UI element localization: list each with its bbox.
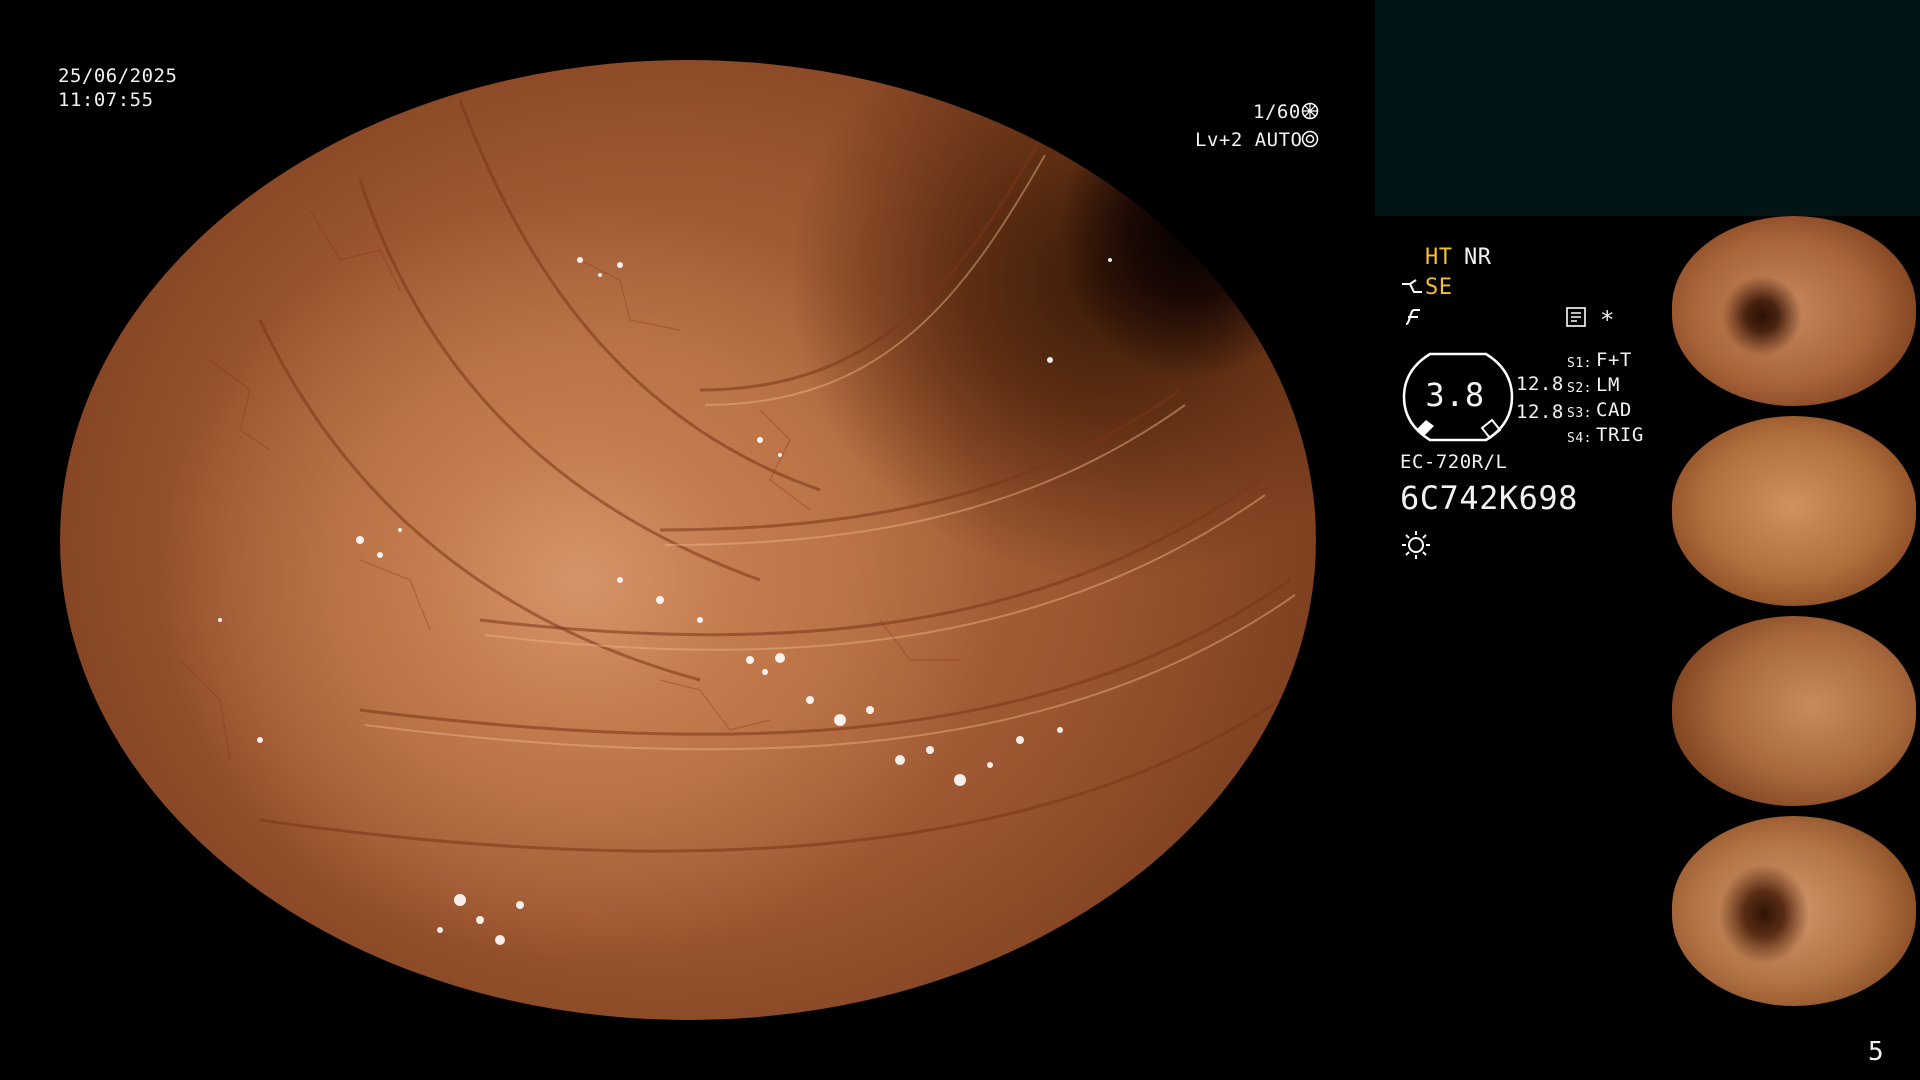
scope-model: EC-720R/L <box>1400 451 1508 473</box>
s2-value: LM <box>1596 374 1620 396</box>
s1-key: S1: <box>1567 356 1592 371</box>
iris-icon <box>1301 130 1319 152</box>
s1-value: F+T <box>1596 349 1632 371</box>
time-label: 11:07:55 <box>58 89 154 111</box>
thumbnail-2[interactable]: 6C742K698 <box>1672 416 1916 606</box>
memory-icon <box>1565 306 1587 332</box>
value-b-label: 12.8 <box>1516 401 1564 423</box>
s2-key: S2: <box>1567 381 1592 396</box>
thumbnail-3[interactable]: 6C742K698 <box>1672 616 1916 806</box>
s3-value: CAD <box>1596 399 1632 421</box>
frequency-icon <box>1402 306 1424 332</box>
date-label: 25/06/2025 <box>58 65 178 87</box>
value-a-label: 12.8 <box>1516 373 1564 395</box>
info-panel-top <box>1375 0 1920 216</box>
thumbnail-1-label: 6C742K698 <box>1676 392 1714 400</box>
thumbnail-2-label: 6C742K698 <box>1676 592 1714 600</box>
page-number: 5 <box>1868 1037 1885 1067</box>
s4-key: S4: <box>1567 431 1592 446</box>
s4-value: TRIG <box>1596 424 1644 446</box>
thumbnail-4-label: 6C742K698 <box>1676 992 1714 1000</box>
endoscope-main-view <box>60 60 1316 1020</box>
s3-key: S3: <box>1567 406 1592 421</box>
scope-serial: 6C742K698 <box>1400 479 1578 517</box>
level-label: Lv+2 AUTO <box>1195 129 1303 151</box>
ht-label: HT <box>1425 245 1453 270</box>
asterisk-label: * <box>1600 306 1615 334</box>
brightness-icon <box>1401 530 1431 564</box>
se-label: SE <box>1425 275 1453 300</box>
thumbnail-1[interactable]: 6C742K698 <box>1672 216 1916 406</box>
scope-icon <box>1400 278 1424 302</box>
mucosa-texture <box>179 99 1296 945</box>
aperture-icon <box>1301 102 1319 124</box>
nr-label: NR <box>1464 245 1492 270</box>
thumbnail-3-label: 6C742K698 <box>1676 792 1714 800</box>
shutter-label: 1/60 <box>1253 101 1301 123</box>
thumbnail-4[interactable]: 6C742K698 <box>1672 816 1916 1006</box>
gauge-value: 3.8 <box>1425 376 1485 414</box>
